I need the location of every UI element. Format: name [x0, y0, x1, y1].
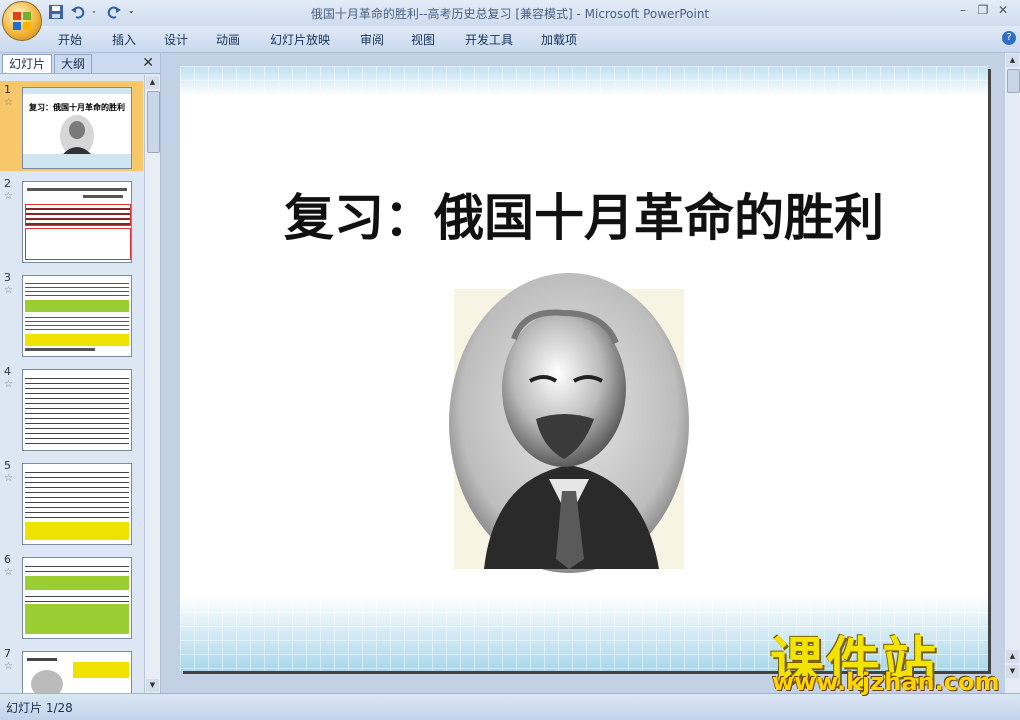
help-icon[interactable]: ? — [1002, 31, 1016, 45]
previous-slide-icon[interactable]: ▲ — [1006, 650, 1019, 663]
thumb-highlight — [25, 300, 129, 312]
tab-review[interactable]: 审阅 — [360, 31, 384, 48]
thumb-top-band — [23, 88, 131, 94]
tab-slideshow[interactable]: 幻灯片放映 — [270, 31, 330, 48]
slide-number: 6 — [4, 553, 11, 566]
slide-editing-area: 复习：俄国十月革命的胜利 ▲ ▲ ▼ — [161, 53, 1020, 693]
slide-title[interactable]: 复习：俄国十月革命的胜利 — [180, 178, 988, 250]
scroll-up-icon[interactable]: ▲ — [146, 76, 159, 89]
close-pane-icon[interactable]: ✕ — [142, 55, 154, 71]
tab-design[interactable]: 设计 — [164, 31, 188, 48]
close-icon[interactable]: ✕ — [995, 3, 1011, 17]
thumb-text-block — [25, 468, 129, 518]
thumb-portrait-icon — [31, 670, 63, 693]
thumb-highlight — [25, 604, 129, 634]
slide-number: 7 — [4, 647, 11, 660]
next-slide-icon[interactable]: ▼ — [1006, 665, 1019, 678]
scrollbar-thumb[interactable] — [1007, 69, 1020, 93]
thumb-text-block — [25, 592, 129, 602]
slide-thumbnail-row[interactable]: 3 ☆ — [0, 269, 143, 359]
slide-thumbnail-row[interactable]: 5 ☆ — [0, 457, 143, 547]
slide-thumbnail-row[interactable]: 2 ☆ — [0, 175, 143, 265]
thumbnail-scrollbar[interactable]: ▲ ▼ — [144, 75, 160, 693]
watermark-url: www.kjzhan.com — [772, 668, 1000, 696]
slide-thumbnail[interactable] — [22, 369, 132, 451]
office-button[interactable] — [2, 1, 42, 41]
slide-number: 3 — [4, 271, 11, 284]
thumb-text-block — [25, 562, 129, 574]
title-bar: 俄国十月革命的胜利--高考历史总复习 [兼容模式] - Microsoft Po… — [0, 0, 1020, 26]
current-slide[interactable]: 复习：俄国十月革命的胜利 — [180, 66, 988, 671]
status-bar: 幻灯片 1/28 — [0, 693, 1020, 720]
thumb-highlight — [73, 662, 129, 678]
thumb-text-block — [25, 204, 131, 226]
tab-addins[interactable]: 加载项 — [541, 31, 577, 48]
thumb-highlight — [25, 522, 129, 540]
slide-thumbnail[interactable] — [22, 275, 132, 357]
tab-slides[interactable]: 幻灯片 — [2, 54, 53, 73]
slide-thumbnail[interactable] — [22, 557, 132, 639]
thumb-empty-box — [25, 228, 131, 260]
portrait-image[interactable] — [444, 269, 694, 577]
thumb-text-line — [27, 188, 127, 191]
animation-marker-icon: ☆ — [4, 379, 13, 390]
thumb-bottom-band — [23, 154, 131, 168]
tab-insert[interactable]: 插入 — [112, 31, 136, 48]
thumb-highlight — [25, 576, 129, 590]
slide-number: 2 — [4, 177, 11, 190]
thumb-text-block — [25, 374, 129, 446]
slide-thumbnail[interactable] — [22, 651, 132, 693]
thumb-text-block — [25, 280, 129, 298]
thumb-text-line — [25, 348, 95, 351]
ribbon-tabs: 开始 插入 设计 动画 幻灯片放映 审阅 视图 开发工具 加载项 ? — [0, 26, 1020, 53]
animation-marker-icon: ☆ — [4, 661, 13, 672]
scrollbar-thumb[interactable] — [147, 91, 160, 153]
window-title: 俄国十月革命的胜利--高考历史总复习 [兼容模式] - Microsoft Po… — [310, 7, 710, 21]
slide-counter: 幻灯片 1/28 — [6, 701, 73, 715]
thumb-text-line — [83, 195, 123, 198]
slide-scrollbar[interactable]: ▲ ▲ ▼ — [1005, 53, 1020, 693]
thumbnail-list: 1 ☆ 复习：俄国十月革命的胜利 2 ☆ 3 ☆ 4 ☆ 5 ☆ 6 ☆ 7 ☆ — [0, 75, 143, 693]
animation-marker-icon: ☆ — [4, 97, 13, 108]
thumb-text-line — [27, 658, 57, 661]
animation-marker-icon: ☆ — [4, 191, 13, 202]
pane-tabs: 幻灯片 大纲 ✕ — [0, 53, 160, 74]
slide-thumbnail-row[interactable]: 7 ☆ — [0, 645, 143, 693]
slide-thumbnail-row[interactable]: 4 ☆ — [0, 363, 143, 453]
scroll-down-icon[interactable]: ▼ — [146, 679, 159, 692]
animation-marker-icon: ☆ — [4, 285, 13, 296]
slide-number: 1 — [4, 83, 11, 96]
thumb-highlight — [25, 334, 129, 346]
thumb-text-block — [25, 314, 129, 332]
slide-thumbnail-row[interactable]: 6 ☆ — [0, 551, 143, 641]
slide-thumbnail-row[interactable]: 1 ☆ 复习：俄国十月革命的胜利 — [0, 81, 143, 171]
tab-developer[interactable]: 开发工具 — [465, 31, 513, 48]
animation-marker-icon: ☆ — [4, 473, 13, 484]
slides-pane: 幻灯片 大纲 ✕ 1 ☆ 复习：俄国十月革命的胜利 2 ☆ 3 ☆ 4 ☆ 5 … — [0, 53, 161, 693]
thumb-portrait-icon — [60, 115, 94, 157]
tab-view[interactable]: 视图 — [411, 31, 435, 48]
tab-outline[interactable]: 大纲 — [54, 54, 93, 73]
restore-icon[interactable]: ❐ — [975, 3, 991, 17]
tab-animations[interactable]: 动画 — [216, 31, 240, 48]
slide-number: 5 — [4, 459, 11, 472]
minimize-icon[interactable]: – — [955, 3, 971, 17]
slide-thumbnail[interactable] — [22, 463, 132, 545]
office-logo-icon — [13, 12, 31, 30]
slide-number: 4 — [4, 365, 11, 378]
tab-home[interactable]: 开始 — [58, 31, 82, 48]
thumb-title: 复习：俄国十月革命的胜利 — [29, 102, 125, 112]
scroll-up-icon[interactable]: ▲ — [1006, 54, 1019, 67]
slide-thumbnail[interactable]: 复习：俄国十月革命的胜利 — [22, 87, 132, 169]
animation-marker-icon: ☆ — [4, 567, 13, 578]
slide-thumbnail[interactable] — [22, 181, 132, 263]
